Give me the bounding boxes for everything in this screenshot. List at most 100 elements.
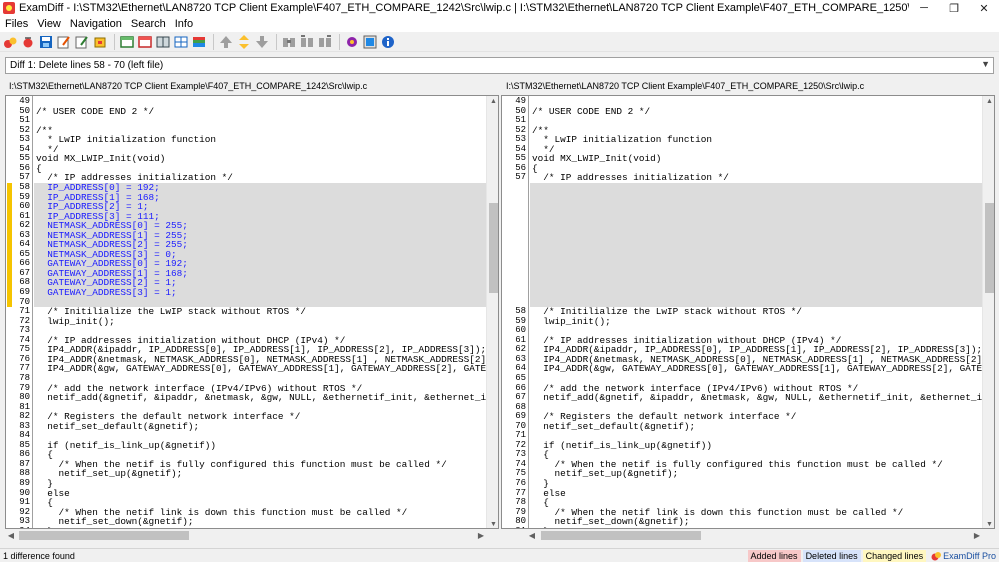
maximize-button[interactable]: ❐ xyxy=(939,0,969,16)
left-file-path: I:\STM32\Ethernet\LAN8720 TCP Client Exa… xyxy=(9,81,368,91)
scroll-left-icon[interactable]: ◀ xyxy=(526,529,538,542)
toolbar-separator xyxy=(114,33,115,50)
prev-diff-icon[interactable] xyxy=(218,34,234,50)
scroll-right-icon[interactable]: ▶ xyxy=(971,529,983,542)
view-both-icon[interactable] xyxy=(155,34,171,50)
edit-right-icon[interactable] xyxy=(74,34,90,50)
help-icon[interactable] xyxy=(362,34,378,50)
code-line: netif_set_up(&gnetif); xyxy=(532,468,679,480)
menu-search[interactable]: Search xyxy=(126,18,170,30)
code-line: netif_set_down(&gnetif); xyxy=(532,516,690,528)
toolbar xyxy=(0,32,999,52)
filter-icon[interactable] xyxy=(92,34,108,50)
toolbar-separator xyxy=(339,33,340,50)
view-left-icon[interactable] xyxy=(119,34,135,50)
view-right-icon[interactable] xyxy=(137,34,153,50)
toolbar-separator xyxy=(276,33,277,50)
find-next-icon[interactable] xyxy=(317,34,333,50)
window-title: ExamDiff - I:\STM32\Ethernet\LAN8720 TCP… xyxy=(19,2,909,14)
title-bar: ExamDiff - I:\STM32\Ethernet\LAN8720 TCP… xyxy=(0,0,999,16)
code-line: netif_add(&gnetif, &ipaddr, &netmask, &g… xyxy=(36,392,487,404)
brand-label: ExamDiff Pro xyxy=(943,550,996,561)
save-icon[interactable] xyxy=(38,34,54,50)
scroll-up-icon[interactable]: ▲ xyxy=(983,96,994,107)
right-horizontal-scrollbar[interactable]: ◀ ▶ xyxy=(501,529,995,542)
recompare-icon[interactable] xyxy=(20,34,36,50)
left-hscroll-thumb[interactable] xyxy=(19,531,189,540)
right-file-pane[interactable]: 49 50 51 52 53 54 55 56 57 58 59 60 61 62 63 64 65 66 67 68… xyxy=(501,95,995,529)
view-split-icon[interactable] xyxy=(173,34,189,50)
legend-changed-lines: Changed lines xyxy=(862,549,927,562)
open-compare-icon[interactable] xyxy=(2,34,18,50)
code-line: netif_set_default(&gnetif); xyxy=(36,420,200,432)
left-line-numbers: 49 50 51 52 53 54 55 56 57 58 59 60 61 62 63 64 65 66 67 68… xyxy=(14,96,33,528)
status-text: 1 difference found xyxy=(3,550,75,561)
left-code-view[interactable]: /* USER CODE END 2 *//** * LwIP initiali… xyxy=(34,96,487,528)
code-line: * LwIP initialization function xyxy=(36,134,217,146)
right-code-view[interactable]: /* USER CODE END 2 *//** * LwIP initiali… xyxy=(530,96,983,528)
code-line: lwip_init(); xyxy=(36,315,115,327)
code-line: netif_set_default(&gnetif); xyxy=(532,420,696,432)
menu-files[interactable]: Files xyxy=(0,18,32,30)
minimize-button[interactable]: ─ xyxy=(909,0,939,16)
left-file-pane[interactable]: 49 50 51 52 53 54 55 56 57 58 59 60 61 62 63 64 65 66 67 68… xyxy=(5,95,499,529)
legend-deleted-lines: Deleted lines xyxy=(802,549,861,562)
right-hscroll-thumb[interactable] xyxy=(541,531,701,540)
close-button[interactable]: ✕ xyxy=(969,0,999,16)
find-prev-icon[interactable] xyxy=(299,34,315,50)
code-line: } xyxy=(36,527,53,528)
view-color-icon[interactable] xyxy=(191,34,207,50)
code-line: netif_set_down(&gnetif); xyxy=(36,516,194,528)
examdiff-app-icon xyxy=(3,2,15,14)
edit-left-icon[interactable] xyxy=(56,34,72,50)
right-vertical-scrollbar[interactable]: ▲ ▼ xyxy=(982,96,994,528)
toolbar-separator xyxy=(213,33,214,50)
menu-bar: Files View Navigation Search Info xyxy=(0,16,999,32)
menu-navigation[interactable]: Navigation xyxy=(65,18,126,30)
code-line: IP4_ADDR(&gw, GATEWAY_ADDRESS[0], GATEWA… xyxy=(47,363,487,375)
right-line-numbers: 49 50 51 52 53 54 55 56 57 58 59 60 61 62 63 64 65 66 67 68… xyxy=(510,96,529,528)
scroll-down-icon[interactable]: ▼ xyxy=(983,519,994,528)
code-line: void MX_LWIP_Init(void) xyxy=(532,153,662,165)
status-bar: 1 difference found Added lines Deleted l… xyxy=(0,548,999,562)
code-line: netif_set_up(&gnetif); xyxy=(36,468,183,480)
right-diff-block xyxy=(530,182,983,308)
menu-info[interactable]: Info xyxy=(170,18,197,30)
code-line: if (netif_is_link_up(&gnetif)) xyxy=(36,439,217,451)
code-line: IP4_ADDR(&gw, GATEWAY_ADDRESS[0], GATEWA… xyxy=(543,363,983,375)
find-icon[interactable] xyxy=(281,34,297,50)
diff-selector[interactable]: Diff 1: Delete lines 58 - 70 (left file)… xyxy=(5,57,994,74)
code-line: } xyxy=(532,527,549,528)
scroll-left-icon[interactable]: ◀ xyxy=(5,529,17,542)
code-line: /* IP addresses initialization */ xyxy=(532,172,729,184)
options-icon[interactable] xyxy=(344,34,360,50)
right-scroll-thumb[interactable] xyxy=(985,203,994,293)
swap-diff-icon[interactable] xyxy=(236,34,252,50)
right-diff-gutter xyxy=(502,96,510,528)
menu-view[interactable]: View xyxy=(32,18,65,30)
code-line: /* USER CODE END 2 */ xyxy=(36,105,155,117)
code-line: /* USER CODE END 2 */ xyxy=(532,105,651,117)
about-icon[interactable] xyxy=(380,34,396,50)
examdiff-logo-icon xyxy=(931,551,942,560)
left-horizontal-scrollbar[interactable]: ◀ ▶ xyxy=(5,529,499,542)
diff-selector-value: Diff 1: Delete lines 58 - 70 (left file) xyxy=(10,60,164,71)
examdiff-pro-brand[interactable]: ExamDiff Pro xyxy=(928,550,999,562)
code-line: lwip_init(); xyxy=(532,315,611,327)
left-vertical-scrollbar[interactable]: ▲ ▼ xyxy=(486,96,498,528)
code-line: if (netif_is_link_up(&gnetif)) xyxy=(532,439,713,451)
next-diff-icon[interactable] xyxy=(254,34,270,50)
diff-gutter-marker xyxy=(7,182,12,308)
left-diff-gutter xyxy=(6,96,14,528)
code-line: void MX_LWIP_Init(void) xyxy=(36,153,166,165)
right-file-path: I:\STM32\Ethernet\LAN8720 TCP Client Exa… xyxy=(506,81,865,91)
line-number: 57 xyxy=(515,172,526,183)
chevron-down-icon[interactable]: ▼ xyxy=(981,59,990,69)
scroll-up-icon[interactable]: ▲ xyxy=(487,96,498,107)
left-scroll-thumb[interactable] xyxy=(489,203,498,293)
scroll-right-icon[interactable]: ▶ xyxy=(475,529,487,542)
scroll-down-icon[interactable]: ▼ xyxy=(487,519,498,528)
legend-added-lines: Added lines xyxy=(747,549,801,562)
deleted-code-line: GATEWAY_ADDRESS[3] = 1; xyxy=(36,287,177,298)
code-line: netif_add(&gnetif, &ipaddr, &netmask, &g… xyxy=(532,392,983,404)
